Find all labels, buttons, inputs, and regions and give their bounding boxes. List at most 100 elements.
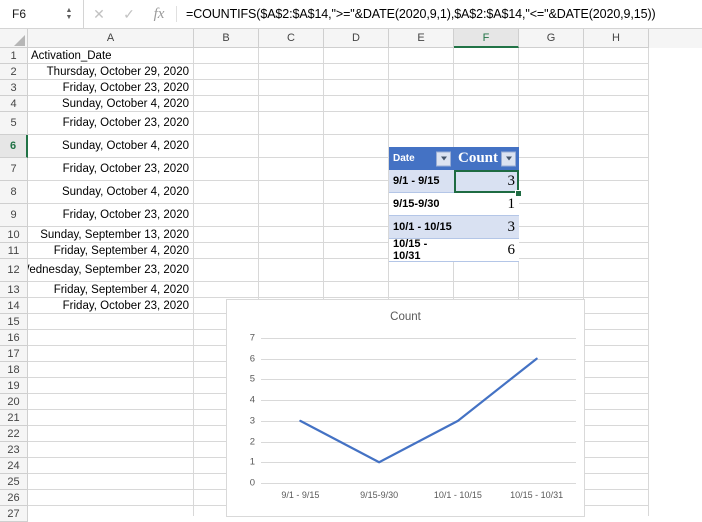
row-header-8[interactable]: 8	[0, 181, 28, 204]
cell-G12[interactable]	[519, 259, 584, 282]
name-box-spinner-icon[interactable]: ▲ ▼	[61, 7, 77, 21]
filter-dropdown-icon-count[interactable]	[501, 151, 516, 166]
cell-H26[interactable]	[584, 490, 649, 506]
row-header-12[interactable]: 12	[0, 259, 28, 282]
table-cell-date[interactable]: 9/15-9/30	[389, 193, 454, 216]
column-header-f[interactable]: F	[454, 29, 519, 48]
cell-D11[interactable]	[324, 243, 389, 259]
cell-H9[interactable]	[584, 204, 649, 227]
row-header-23[interactable]: 23	[0, 442, 28, 458]
cell-A20[interactable]	[28, 394, 194, 410]
table-cell-date[interactable]: 10/1 - 10/15	[389, 216, 454, 239]
cell-A2[interactable]: Thursday, October 29, 2020	[28, 64, 194, 80]
cell-E13[interactable]	[389, 282, 454, 298]
cell-D3[interactable]	[324, 80, 389, 96]
cell-A18[interactable]	[28, 362, 194, 378]
cell-H23[interactable]	[584, 442, 649, 458]
cell-B6[interactable]	[194, 135, 259, 158]
table-cell-count[interactable]: 6	[454, 239, 519, 262]
cell-B9[interactable]	[194, 204, 259, 227]
cell-D4[interactable]	[324, 96, 389, 112]
row-header-6[interactable]: 6	[0, 135, 28, 158]
cell-A23[interactable]	[28, 442, 194, 458]
cell-H6[interactable]	[584, 135, 649, 158]
cell-D1[interactable]	[324, 48, 389, 64]
cell-H18[interactable]	[584, 362, 649, 378]
cell-H11[interactable]	[584, 243, 649, 259]
cell-H19[interactable]	[584, 378, 649, 394]
row-header-1[interactable]: 1	[0, 48, 28, 64]
cell-H15[interactable]	[584, 314, 649, 330]
cell-H13[interactable]	[584, 282, 649, 298]
cell-A1[interactable]: Activation_Date	[28, 48, 194, 64]
row-header-20[interactable]: 20	[0, 394, 28, 410]
cell-D13[interactable]	[324, 282, 389, 298]
row-header-9[interactable]: 9	[0, 204, 28, 227]
cell-D2[interactable]	[324, 64, 389, 80]
cell-G4[interactable]	[519, 96, 584, 112]
cell-C2[interactable]	[259, 64, 324, 80]
cell-B5[interactable]	[194, 112, 259, 135]
column-header-d[interactable]: D	[324, 29, 389, 48]
cell-H3[interactable]	[584, 80, 649, 96]
row-header-15[interactable]: 15	[0, 314, 28, 330]
column-header-e[interactable]: E	[389, 29, 454, 48]
cell-E1[interactable]	[389, 48, 454, 64]
cell-C7[interactable]	[259, 158, 324, 181]
cell-E5[interactable]	[389, 112, 454, 135]
cell-H7[interactable]	[584, 158, 649, 181]
cell-H21[interactable]	[584, 410, 649, 426]
table-cell-date[interactable]: 10/15 - 10/31	[389, 238, 454, 262]
cell-A5[interactable]: Friday, October 23, 2020	[28, 112, 194, 135]
cell-A24[interactable]	[28, 458, 194, 474]
cell-H5[interactable]	[584, 112, 649, 135]
cell-B8[interactable]	[194, 181, 259, 204]
cell-A25[interactable]	[28, 474, 194, 490]
cell-A3[interactable]: Friday, October 23, 2020	[28, 80, 194, 96]
cell-H27[interactable]	[584, 506, 649, 516]
cell-C3[interactable]	[259, 80, 324, 96]
cell-G13[interactable]	[519, 282, 584, 298]
cell-E12[interactable]	[389, 259, 454, 282]
cell-H20[interactable]	[584, 394, 649, 410]
cell-E4[interactable]	[389, 96, 454, 112]
cell-A15[interactable]	[28, 314, 194, 330]
cell-H22[interactable]	[584, 426, 649, 442]
row-header-7[interactable]: 7	[0, 158, 28, 181]
cell-A16[interactable]	[28, 330, 194, 346]
cell-F13[interactable]	[454, 282, 519, 298]
cell-C1[interactable]	[259, 48, 324, 64]
cell-D9[interactable]	[324, 204, 389, 227]
fill-handle[interactable]	[515, 190, 522, 197]
cell-B4[interactable]	[194, 96, 259, 112]
cell-H25[interactable]	[584, 474, 649, 490]
cell-A11[interactable]: Friday, September 4, 2020	[28, 243, 194, 259]
column-header-b[interactable]: B	[194, 29, 259, 48]
table-cell-count[interactable]: 3	[454, 216, 519, 239]
cell-A10[interactable]: Sunday, September 13, 2020	[28, 227, 194, 243]
cell-G8[interactable]	[519, 181, 584, 204]
cell-D8[interactable]	[324, 181, 389, 204]
cell-H16[interactable]	[584, 330, 649, 346]
row-header-14[interactable]: 14	[0, 298, 28, 314]
cell-G7[interactable]	[519, 158, 584, 181]
row-header-18[interactable]: 18	[0, 362, 28, 378]
row-header-10[interactable]: 10	[0, 227, 28, 243]
cell-C13[interactable]	[259, 282, 324, 298]
cell-D10[interactable]	[324, 227, 389, 243]
column-header-g[interactable]: G	[519, 29, 584, 48]
cell-H10[interactable]	[584, 227, 649, 243]
row-header-22[interactable]: 22	[0, 426, 28, 442]
column-header-a[interactable]: A	[28, 29, 194, 48]
cell-F3[interactable]	[454, 80, 519, 96]
row-header-4[interactable]: 4	[0, 96, 28, 112]
cell-H17[interactable]	[584, 346, 649, 362]
cell-H24[interactable]	[584, 458, 649, 474]
cell-H12[interactable]	[584, 259, 649, 282]
cell-B12[interactable]	[194, 259, 259, 282]
confirm-formula-icon[interactable]: ✓	[114, 0, 144, 28]
row-header-2[interactable]: 2	[0, 64, 28, 80]
cell-D6[interactable]	[324, 135, 389, 158]
select-all-corner[interactable]	[0, 29, 28, 48]
row-header-19[interactable]: 19	[0, 378, 28, 394]
